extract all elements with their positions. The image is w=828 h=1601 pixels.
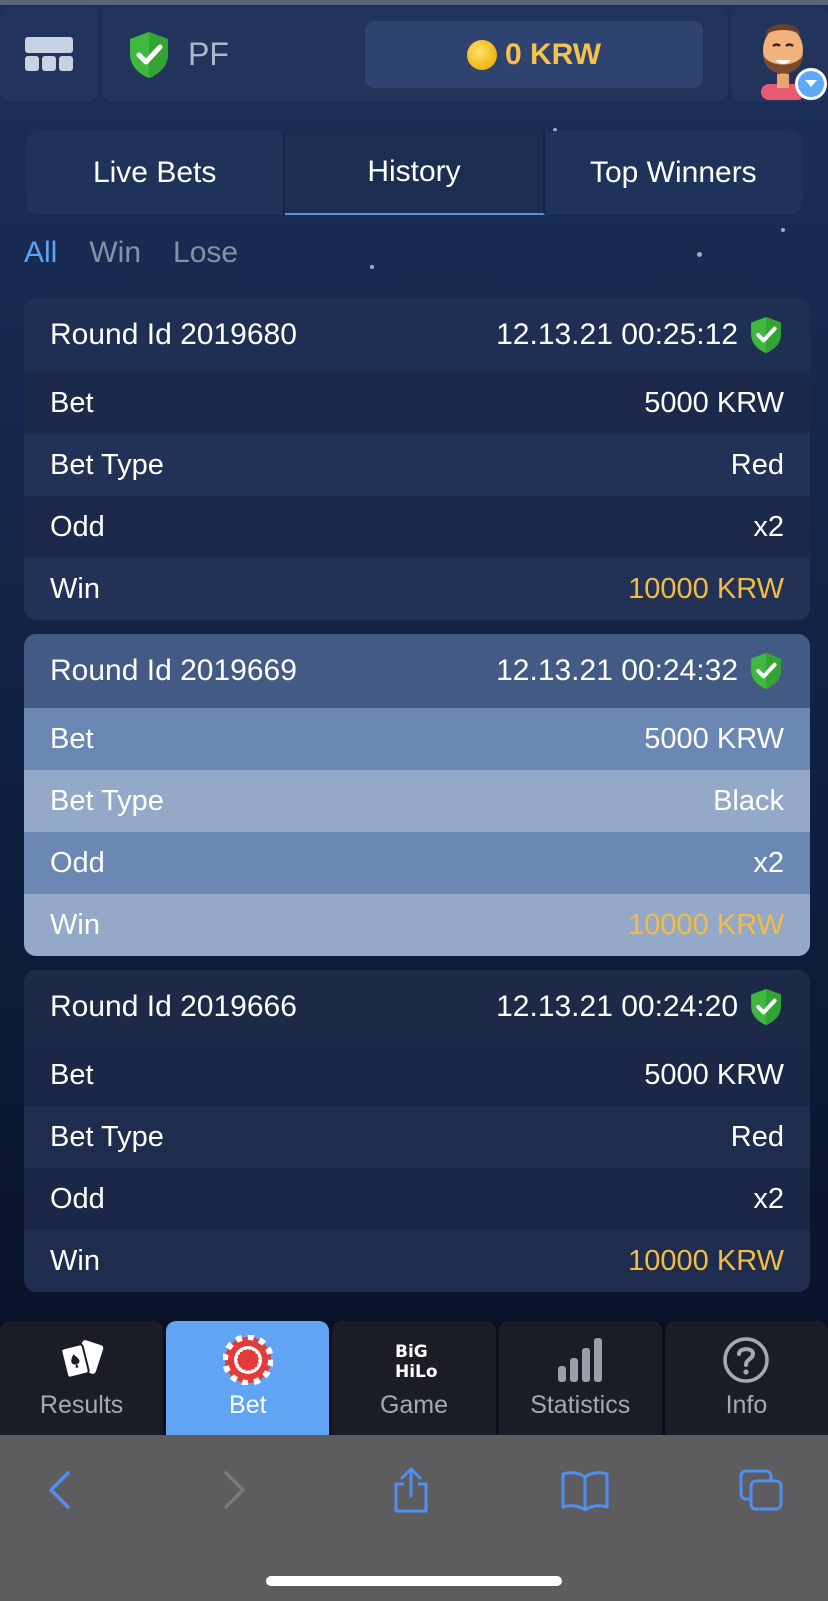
nav-label: Statistics xyxy=(530,1390,631,1419)
row-label: Bet Type xyxy=(50,1120,164,1153)
bet-row: Bet 5000 KRW xyxy=(24,708,810,770)
question-icon xyxy=(721,1336,771,1383)
round-datetime: 12.13.21 00:25:12 xyxy=(496,318,738,351)
filter-win[interactable]: Win xyxy=(89,236,141,270)
odd-value: x2 xyxy=(753,1182,784,1215)
round-id: Round Id 2019666 xyxy=(50,990,297,1023)
round-header: Round Id 2019666 12.13.21 00:24:20 xyxy=(24,970,810,1044)
bookmarks-icon[interactable] xyxy=(560,1465,610,1515)
odd-row: Odd x2 xyxy=(24,496,810,558)
odd-value: x2 xyxy=(753,846,784,879)
win-amount: 10000 KRW xyxy=(628,1244,784,1277)
win-row: Win 10000 KRW xyxy=(24,1230,810,1292)
menu-button[interactable] xyxy=(0,6,98,102)
provably-fair-bar: PF 0 KRW xyxy=(102,6,728,102)
row-label: Bet Type xyxy=(50,784,164,817)
verified-shield-icon[interactable] xyxy=(748,987,784,1027)
verified-shield-icon[interactable] xyxy=(748,651,784,691)
filter-lose[interactable]: Lose xyxy=(173,236,238,270)
row-label: Odd xyxy=(50,510,105,543)
provably-fair-label[interactable]: PF xyxy=(188,36,229,73)
balance-value: 0 KRW xyxy=(504,37,602,71)
tab-history[interactable]: History xyxy=(285,131,545,215)
nav-statistics[interactable]: Statistics xyxy=(498,1321,662,1435)
menu-grid-icon xyxy=(25,37,73,71)
tab-top-winners[interactable]: Top Winners xyxy=(544,131,802,215)
round-card[interactable]: Round Id 2019680 12.13.21 00:25:12 Bet 5… xyxy=(24,298,810,620)
bets-tabs: Live Bets History Top Winners xyxy=(26,131,802,215)
tabs-icon[interactable] xyxy=(736,1465,786,1515)
row-label: Odd xyxy=(50,1182,105,1215)
round-id: Round Id 2019669 xyxy=(50,654,297,687)
bet-amount: 5000 KRW xyxy=(644,386,784,419)
nav-results[interactable]: Results xyxy=(0,1321,164,1435)
bet-type-row: Bet Type Black xyxy=(24,770,810,832)
tab-live-bets[interactable]: Live Bets xyxy=(26,131,286,215)
row-label: Bet xyxy=(50,722,94,755)
odd-row: Odd x2 xyxy=(24,1168,810,1230)
bet-type-value: Black xyxy=(713,784,784,817)
row-label: Win xyxy=(50,1244,100,1277)
round-card-highlighted[interactable]: Round Id 2019669 12.13.21 00:24:32 Bet 5… xyxy=(24,634,810,956)
odd-row: Odd x2 xyxy=(24,832,810,894)
nav-label: Info xyxy=(725,1390,768,1419)
row-label: Bet xyxy=(50,1058,94,1091)
round-datetime: 12.13.21 00:24:32 xyxy=(496,654,738,687)
row-label: Win xyxy=(50,572,100,605)
round-datetime: 12.13.21 00:24:20 xyxy=(496,990,738,1023)
bet-type-row: Bet Type Red xyxy=(24,434,810,496)
balance-display[interactable]: 0 KRW xyxy=(365,21,703,88)
nav-info[interactable]: Info xyxy=(664,1321,828,1435)
nav-label: Game xyxy=(379,1390,449,1419)
nav-game[interactable]: BiG HiLo Game xyxy=(332,1321,496,1435)
bet-amount: 5000 KRW xyxy=(644,722,784,755)
row-label: Win xyxy=(50,908,100,941)
back-icon[interactable] xyxy=(34,1465,84,1515)
bet-row: Bet 5000 KRW xyxy=(24,372,810,434)
win-amount: 10000 KRW xyxy=(628,908,784,941)
home-indicator xyxy=(266,1576,562,1586)
win-row: Win 10000 KRW xyxy=(24,558,810,620)
row-label: Odd xyxy=(50,846,105,879)
bet-amount: 5000 KRW xyxy=(644,1058,784,1091)
header: PF 0 KRW xyxy=(0,0,828,104)
round-id: Round Id 2019680 xyxy=(50,318,297,351)
odd-value: x2 xyxy=(753,510,784,543)
round-card[interactable]: Round Id 2019666 12.13.21 00:24:20 Bet 5… xyxy=(24,970,810,1292)
nav-bet[interactable]: Bet xyxy=(166,1321,330,1435)
result-filter: All Win Lose xyxy=(24,236,238,270)
win-row: Win 10000 KRW xyxy=(24,894,810,956)
bet-type-value: Red xyxy=(730,448,784,481)
profile-dropdown-icon[interactable] xyxy=(795,68,827,100)
nav-label: Results xyxy=(39,1390,124,1419)
row-label: Bet Type xyxy=(50,448,164,481)
bottom-navigation: Results Bet BiG HiLo Game Statistics Inf… xyxy=(0,1321,828,1435)
round-header: Round Id 2019669 12.13.21 00:24:32 xyxy=(24,634,810,708)
svg-text:BiG: BiG xyxy=(395,1342,428,1362)
bet-type-value: Red xyxy=(730,1120,784,1153)
svg-text:HiLo: HiLo xyxy=(395,1362,437,1381)
status-strip xyxy=(0,0,828,5)
round-header: Round Id 2019680 12.13.21 00:25:12 xyxy=(24,298,810,372)
bar-chart-icon xyxy=(555,1337,605,1383)
nav-label: Bet xyxy=(229,1390,267,1419)
shield-check-icon[interactable] xyxy=(126,30,172,80)
filter-all[interactable]: All xyxy=(24,236,57,270)
big-hilo-logo: BiG HiLo xyxy=(389,1337,439,1383)
chip-icon xyxy=(222,1334,273,1385)
cards-icon xyxy=(57,1337,107,1383)
bet-row: Bet 5000 KRW xyxy=(24,1044,810,1106)
coin-icon xyxy=(466,39,497,70)
bet-type-row: Bet Type Red xyxy=(24,1106,810,1168)
profile-button[interactable] xyxy=(731,6,828,102)
row-label: Bet xyxy=(50,386,94,419)
share-icon[interactable] xyxy=(386,1465,436,1515)
forward-icon[interactable] xyxy=(210,1465,260,1515)
win-amount: 10000 KRW xyxy=(628,572,784,605)
verified-shield-icon[interactable] xyxy=(748,315,784,355)
